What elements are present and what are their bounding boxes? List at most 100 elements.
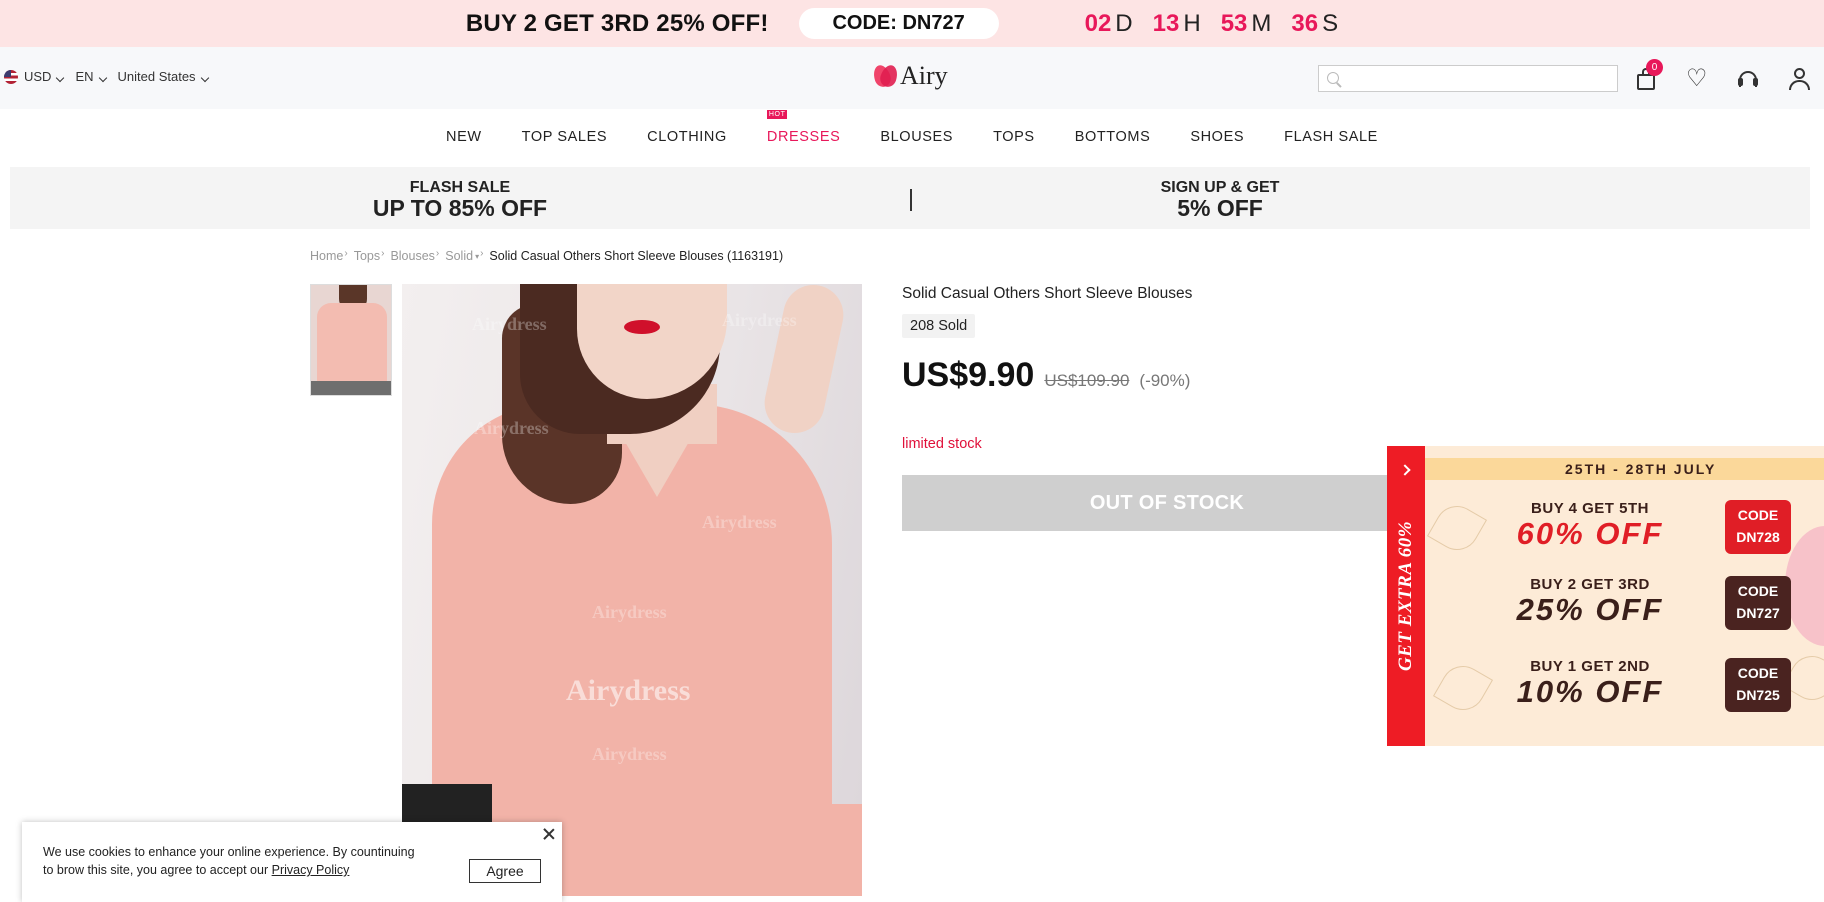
headset-ear-left [1738,78,1743,86]
language-select[interactable]: EN [75,69,117,84]
product-thumbnail[interactable] [310,284,392,396]
countdown-seconds: 36 [1291,9,1319,37]
headset-ear-right [1753,78,1758,86]
caret-down-icon[interactable]: ▾ [475,252,479,261]
search-icon [1327,72,1339,84]
countdown-minutes: 53 [1220,9,1248,37]
flash-sale-offer: UP TO 85% OFF [372,195,548,221]
cookie-message: We use cookies to enhance your online ex… [43,845,415,877]
nav-item-new[interactable]: NEW [446,129,482,145]
thumb-pants [311,381,391,395]
user-body [1789,80,1810,90]
bag-body [1637,74,1655,90]
original-price: US$109.90 [1044,371,1130,390]
privacy-policy-link[interactable]: Privacy Policy [272,863,350,877]
hot-badge: HOT [766,110,788,119]
chevron-down-icon [200,73,209,83]
thumb-shirt [317,303,387,385]
sold-count-badge: 208 Sold [902,314,976,338]
breadcrumb-solid[interactable]: Solid [445,249,473,263]
price-block: US$9.90 US$109.90 (-90%) [902,356,1190,395]
nav-item-dresses-label: DRESSES [766,129,841,145]
countdown-minutes-unit: M [1251,9,1272,37]
locale-selectors: USD EN United States [4,69,220,84]
countdown-seconds-unit: S [1322,9,1339,37]
currency-select[interactable]: USD [24,69,75,84]
signup-offer: 5% OFF [1177,195,1263,221]
promo-row-condition: BUY 2 GET 3RD [1530,576,1650,593]
breadcrumb-blouses[interactable]: Blouses [390,249,434,263]
side-promo-tab[interactable]: GET EXTRA 60% [1387,446,1425,746]
promo-row-discount: 25% OFF [1516,592,1664,627]
product-title: Solid Casual Others Short Sleeve Blouses [902,285,1193,302]
headset-icon[interactable] [1736,67,1760,91]
promo-text: BUY 2 GET 3RD 25% OFF! [465,9,769,37]
image-watermark: Airydress [592,602,667,622]
nav-item-top-sales[interactable]: TOP SALES [522,129,607,145]
user-head [1794,68,1805,79]
flower-decor-icon [1432,657,1494,719]
promo-code-label: CODE [1737,583,1779,599]
heart-icon[interactable]: ♡ [1686,67,1710,91]
breadcrumb-current: Solid Casual Others Short Sleeve Blouses… [489,249,784,263]
cookie-banner: We use cookies to enhance your online ex… [22,822,562,902]
agree-button[interactable]: Agree [469,859,541,883]
user-icon[interactable] [1787,67,1811,91]
breadcrumb-tops[interactable]: Tops [354,249,380,263]
out-of-stock-button[interactable]: OUT OF STOCK [902,475,1432,531]
side-promo-panel: GET EXTRA 60% 25TH - 28TH JULY BUY 4 GET… [1387,446,1824,746]
cart-count-badge: 0 [1646,59,1663,76]
close-icon[interactable] [542,827,556,841]
promo-code-value: DN725 [1736,687,1780,703]
cookie-text: We use cookies to enhance your online ex… [43,843,423,879]
signup-banner[interactable]: SIGN UP & GET 5% OFF [910,179,1530,221]
us-flag-icon [4,69,18,84]
promo-row-discount: 60% OFF [1516,516,1664,551]
side-promo-tab-text: GET EXTRA 60% [1395,520,1416,672]
country-label: United States [117,69,196,84]
breadcrumb: Home › Tops › Blouses › Solid ▾ › Solid Casua… [310,247,784,264]
countdown-days: 02 [1084,9,1112,37]
promo-row-code: CODE DN727 [1725,576,1791,630]
countdown-days-unit: D [1115,9,1133,37]
countdown-hours-unit: H [1183,9,1201,37]
promo-code-label: CODE [1737,507,1779,523]
countdown-hours: 13 [1152,9,1180,37]
breadcrumb-home[interactable]: Home [310,249,343,263]
logo-text: Airy [900,61,948,90]
image-arm [759,284,849,439]
nav-item-tops[interactable]: TOPS [993,129,1035,145]
current-price: US$9.90 [902,356,1035,394]
breadcrumb-separator-icon: › [480,247,484,259]
image-watermark: Airydress [474,418,549,438]
product-main-image[interactable]: Airydress Airydress Airydress Airydress … [402,284,862,896]
image-watermark: Airydress [702,512,777,532]
image-watermark: Airydress [722,310,797,330]
promo-date: 25TH - 28TH JULY [1425,458,1824,480]
nav-item-shoes[interactable]: SHOES [1190,129,1244,145]
search-input[interactable] [1318,65,1618,92]
flash-sale-banner[interactable]: FLASH SALE UP TO 85% OFF [10,179,910,221]
country-select[interactable]: United States [118,69,220,84]
promo-row-condition: BUY 4 GET 5TH [1531,500,1649,517]
promo-code-label: CODE [1737,665,1779,681]
nav-item-bottoms[interactable]: BOTTOMS [1075,129,1151,145]
image-watermark: Airydress [592,744,667,764]
countdown-timer: 02 D 13 H 53 M 36 S [1085,10,1359,38]
main-nav: NEW TOP SALES CLOTHING HOT DRESSES BLOUSE… [0,109,1824,165]
promo-code-value: DN727 [1736,605,1780,621]
breadcrumb-separator-icon: › [435,247,440,259]
nav-item-blouses[interactable]: BLOUSES [880,129,953,145]
image-lips [624,320,660,334]
nav-item-clothing[interactable]: CLOTHING [647,129,727,145]
nav-item-flash-sale[interactable]: FLASH SALE [1284,129,1378,145]
nav-item-dresses[interactable]: HOT DRESSES [766,110,841,145]
promo-code: CODE: DN727 [798,8,999,39]
chevron-right-icon[interactable] [1399,464,1411,476]
discount-percent: (-90%) [1139,371,1191,390]
currency-label: USD [24,69,52,84]
top-promo-bar: BUY 2 GET 3RD 25% OFF! CODE: DN727 02 D 1… [0,0,1824,47]
promo-code-value: DN728 [1736,529,1780,545]
site-logo[interactable]: Airy [872,61,948,91]
site-header: USD EN United States Airy 0 ♡ [0,47,1824,109]
